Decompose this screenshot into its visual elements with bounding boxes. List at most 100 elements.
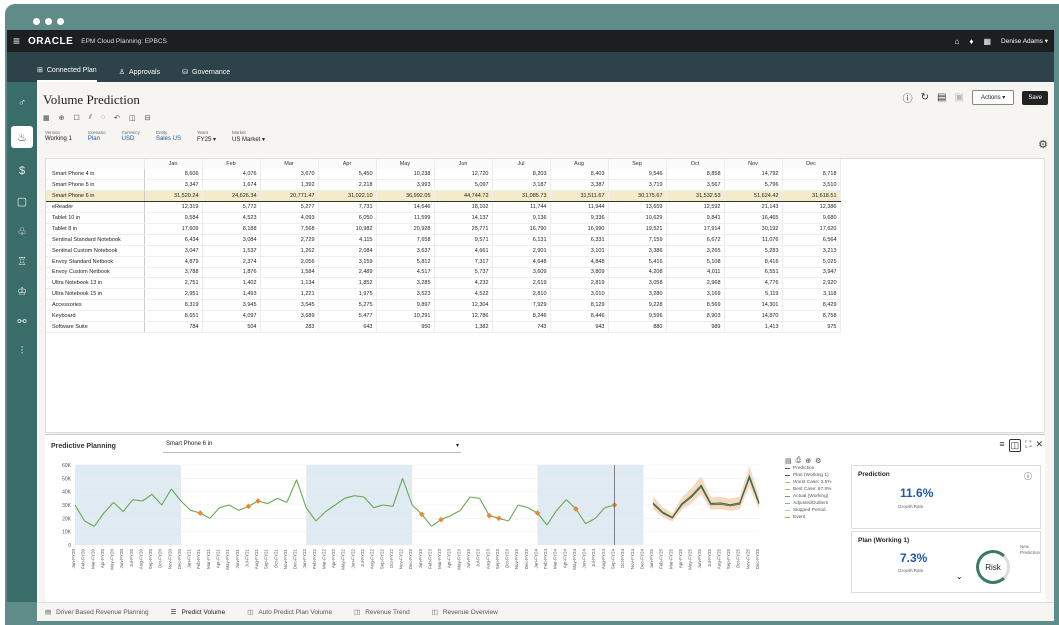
grid-cell[interactable]: 1,975 xyxy=(318,288,377,301)
lock-icon[interactable]: ◌ xyxy=(101,114,105,122)
grid-cell[interactable]: 16,465 xyxy=(724,212,783,224)
grid-cell[interactable]: 12,592 xyxy=(666,201,725,214)
grid-cell[interactable]: 3,567 xyxy=(666,179,725,192)
grid-cell[interactable]: 51,624.42 xyxy=(724,190,783,203)
grid-cell[interactable]: 9,596 xyxy=(608,310,667,322)
settings-gear-icon[interactable]: ⚙ xyxy=(1038,138,1048,151)
report-icon[interactable]: ▤ xyxy=(937,92,946,103)
grid-cell[interactable]: 3,285 xyxy=(376,277,435,290)
nav-approvals[interactable]: ♙ Approvals xyxy=(119,68,160,82)
grid-cell[interactable]: 504 xyxy=(202,321,261,333)
grid-cell[interactable]: 6,564 xyxy=(782,234,841,246)
chart-icon[interactable]: ⫽ xyxy=(89,114,92,122)
column-header-feb[interactable]: Feb xyxy=(202,159,261,169)
grid-cell[interactable]: 8,188 xyxy=(202,223,261,235)
nav-governance[interactable]: ⛁ Governance xyxy=(182,68,230,82)
grid-cell[interactable]: 17,914 xyxy=(666,223,725,235)
grid-cell[interactable]: 5,277 xyxy=(260,201,319,214)
chart-view-icon[interactable]: ◫ xyxy=(1008,439,1022,452)
grid-cell[interactable]: 12,720 xyxy=(434,169,493,181)
grid-cell[interactable]: 3,947 xyxy=(782,267,841,279)
tab-predict-volume[interactable]: ☰ Predict Volume xyxy=(171,608,226,617)
grid-cell[interactable]: 3,265 xyxy=(666,245,725,257)
grid-cell[interactable]: 4,093 xyxy=(260,212,319,224)
grid-cell[interactable]: 3,670 xyxy=(260,169,319,181)
grid-cell[interactable]: 1,852 xyxy=(318,277,377,290)
tab-driver-based-revenue-planning[interactable]: ▤ Driver Based Revenue Planning xyxy=(45,608,149,617)
grid-cell[interactable]: 8,651 xyxy=(144,310,203,322)
grid-cell[interactable]: 4,661 xyxy=(434,245,493,257)
grid-cell[interactable]: 2,901 xyxy=(492,245,551,257)
grid-cell[interactable]: 4,523 xyxy=(202,212,261,224)
grid-cell[interactable]: 3,523 xyxy=(376,288,435,301)
grid-cell[interactable]: 880 xyxy=(608,321,667,333)
save-button[interactable]: Save xyxy=(1022,90,1048,105)
export-icon[interactable]: ⊟ xyxy=(145,114,151,122)
tab-auto-predict-plan-volume[interactable]: ◫ Auto Predict Plan Volume xyxy=(247,608,332,617)
grid-cell[interactable]: 5,283 xyxy=(724,245,783,257)
grid-cell[interactable]: 1,493 xyxy=(202,288,261,301)
grid-cell[interactable]: 4,517 xyxy=(376,267,435,279)
grid-cell[interactable]: 5,119 xyxy=(724,288,783,301)
legend-item[interactable]: Event xyxy=(785,514,832,521)
grid-cell[interactable]: 21,143 xyxy=(724,201,783,214)
grid-cell[interactable]: 1,382 xyxy=(434,321,493,333)
sidebar-flow-icon[interactable]: ⚯ xyxy=(15,314,29,328)
close-dot[interactable] xyxy=(33,18,40,25)
grid-cell[interactable]: 20,771.47 xyxy=(260,190,319,203)
grid-cell[interactable]: 31,022.10 xyxy=(318,190,377,203)
grid-cell[interactable]: 31,085.73 xyxy=(492,190,551,203)
close-icon[interactable]: ✕ xyxy=(1035,439,1043,452)
grid-cell[interactable]: 5,796 xyxy=(724,179,783,192)
print-icon[interactable]: ⎙ xyxy=(796,457,802,465)
grid-cell[interactable]: 950 xyxy=(376,321,435,333)
grid-cell[interactable]: 44,744.72 xyxy=(434,190,493,203)
grid-cell[interactable]: 6,331 xyxy=(550,234,609,246)
grid-cell[interactable]: 6,672 xyxy=(666,234,725,246)
sidebar-revenue-icon[interactable]: $ xyxy=(15,164,29,178)
grid-cell[interactable]: 14,792 xyxy=(724,169,783,181)
grid-cell[interactable]: 3,510 xyxy=(782,179,841,192)
grid-cell[interactable]: 1,876 xyxy=(202,267,261,279)
grid-cell[interactable]: 3,187 xyxy=(492,179,551,192)
grid-cell[interactable]: 3,809 xyxy=(550,267,609,279)
grid-cell[interactable]: 2,729 xyxy=(260,234,319,246)
grid-cell[interactable]: 10,291 xyxy=(376,310,435,322)
comment-icon[interactable]: ☐ xyxy=(74,114,80,122)
nav-connected-plan[interactable]: ⊞ Connected Plan xyxy=(37,66,97,82)
grid-cell[interactable]: 943 xyxy=(550,321,609,333)
legend-item[interactable]: Plan (Working 1) xyxy=(785,472,832,479)
grid-cell[interactable]: 36,992.05 xyxy=(376,190,435,203)
grid-cell[interactable]: 1,134 xyxy=(260,277,319,290)
minimize-dot[interactable] xyxy=(45,18,52,25)
grid-cell[interactable]: 12,319 xyxy=(144,201,203,214)
grid-cell[interactable]: 1,537 xyxy=(202,245,261,257)
grid-cell[interactable]: 9,584 xyxy=(144,212,203,224)
grid-cell[interactable]: 2,084 xyxy=(318,245,377,257)
grid-cell[interactable]: 3,637 xyxy=(376,245,435,257)
user-menu[interactable]: Denise Adams ▾ xyxy=(1001,37,1048,45)
grid-cell[interactable]: 4,076 xyxy=(202,169,261,181)
grid-cell[interactable]: 1,413 xyxy=(724,321,783,333)
grid-cell[interactable]: 31,618.51 xyxy=(782,190,841,203)
grid-cell[interactable]: 8,203 xyxy=(492,169,551,181)
column-header-nov[interactable]: Nov xyxy=(724,159,783,169)
pov-market[interactable]: Market US Market ▾ xyxy=(232,130,265,143)
column-header-sep[interactable]: Sep xyxy=(608,159,667,169)
grid-cell[interactable]: 6,551 xyxy=(724,267,783,279)
grid-cell[interactable]: 8,416 xyxy=(724,256,783,268)
grid-cell[interactable]: 7,317 xyxy=(434,256,493,268)
grid-cell[interactable]: 4,232 xyxy=(434,277,493,290)
grid-cell[interactable]: 5,477 xyxy=(318,310,377,322)
column-header-mar[interactable]: Mar xyxy=(260,159,319,169)
grid-cell[interactable]: 643 xyxy=(318,321,377,333)
column-header-oct[interactable]: Oct xyxy=(666,159,725,169)
legend-item[interactable]: Best Case: 97.5% xyxy=(785,486,832,493)
grid-cell[interactable]: 16,790 xyxy=(492,223,551,235)
grid-cell[interactable]: 8,606 xyxy=(144,169,203,181)
grid-cell[interactable]: 2,619 xyxy=(492,277,551,290)
grid-cell[interactable]: 5,450 xyxy=(318,169,377,181)
grid-cell[interactable]: 9,841 xyxy=(666,212,725,224)
pov-currency[interactable]: Currency USD xyxy=(122,130,140,143)
grid-cell[interactable]: 9,546 xyxy=(608,169,667,181)
